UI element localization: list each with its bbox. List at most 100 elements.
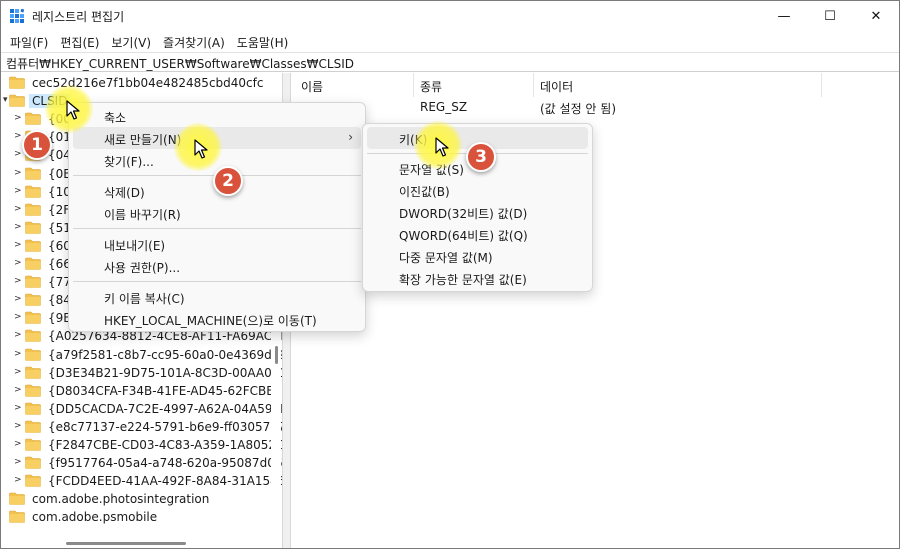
menu-favorites[interactable]: 즐겨찾기(A) (157, 32, 231, 52)
tree-item[interactable]: > {FCDD4EED-41AA-492F-8A84-31A1546 (1, 472, 282, 490)
maximize-icon: ☐ (824, 9, 836, 24)
chevron-right-icon[interactable]: > (14, 149, 22, 159)
tree-item[interactable]: com.adobe.psmobile (1, 508, 282, 526)
column-divider[interactable] (413, 73, 414, 97)
folder-icon (25, 257, 41, 270)
menu-help[interactable]: 도움말(H) (231, 32, 295, 52)
chevron-right-icon[interactable]: > (14, 222, 22, 232)
column-data-header[interactable]: 데이터 (540, 78, 573, 95)
mouse-pointer-icon (435, 137, 449, 157)
tree-item-label: {FCDD4EED-41AA-492F-8A84-31A1546 (48, 474, 282, 489)
menu-view[interactable]: 보기(V) (105, 32, 157, 52)
folder-icon (25, 402, 41, 415)
tree-item[interactable]: > {f9517764-05a4-a748-620a-95087d06a (1, 454, 282, 472)
folder-icon (25, 384, 41, 397)
chevron-right-icon[interactable]: > (14, 276, 22, 286)
submenu-item-binary-value[interactable]: 이진값(B) (367, 179, 588, 201)
tree-item-label: {a79f2581-c8b7-cc95-60a0-0e4369de92 (48, 347, 282, 362)
tree-item[interactable]: > {a79f2581-c8b7-cc95-60a0-0e4369de92 (1, 346, 282, 364)
chevron-right-icon[interactable]: > (14, 421, 22, 431)
registry-editor-window: 레지스트리 편집기 — ☐ ✕ 파일(F) 편집(E) 보기(V) 즐겨찾기(A… (0, 0, 900, 549)
chevron-right-icon[interactable]: > (14, 475, 22, 485)
context-item-permissions[interactable]: 사용 권한(P)... (73, 255, 361, 277)
tree-item-label: {F2847CBE-CD03-4C83-A359-1A8052C (48, 438, 282, 452)
tree-item[interactable]: > {DD5CACDA-7C2E-4997-A62A-04A597I (1, 400, 282, 418)
submenu-item-dword-value[interactable]: DWORD(32비트) 값(D) (367, 201, 588, 223)
step-2-badge: 2 (213, 166, 243, 196)
chevron-right-icon[interactable]: > (14, 457, 22, 467)
chevron-right-icon[interactable]: > (14, 367, 22, 377)
folder-icon (25, 221, 41, 234)
folder-icon (9, 94, 25, 107)
maximize-button[interactable]: ☐ (807, 1, 853, 32)
close-icon: ✕ (870, 9, 882, 24)
submenu-item-qword-value[interactable]: QWORD(64비트) 값(Q) (367, 223, 588, 245)
context-item-collapse[interactable]: 축소 (73, 105, 361, 127)
chevron-right-icon[interactable]: > (14, 294, 22, 304)
address-bar[interactable]: 컴퓨터₩HKEY_CURRENT_USER₩Software₩Classes₩C… (1, 52, 899, 72)
tree-item[interactable]: cec52d216e7f1bb04e482485cbd40cfc (1, 74, 282, 92)
tree-item-label: {2F (48, 202, 71, 217)
folder-icon (25, 239, 41, 252)
minimize-button[interactable]: — (761, 1, 807, 32)
context-item-export[interactable]: 내보내기(E) (73, 233, 361, 255)
context-item-copy-key-name[interactable]: 키 이름 복사(C) (73, 286, 361, 308)
folder-icon (25, 203, 41, 216)
tree-item[interactable]: > {F2847CBE-CD03-4C83-A359-1A8052C (1, 436, 282, 454)
menu-bar: 파일(F) 편집(E) 보기(V) 즐겨찾기(A) 도움말(H) (1, 32, 899, 52)
chevron-down-icon[interactable]: ▾ (3, 95, 8, 105)
menu-edit[interactable]: 편집(E) (54, 32, 105, 52)
column-name-header[interactable]: 이름 (301, 78, 323, 95)
tree-vertical-scroll-thumb[interactable] (275, 346, 278, 364)
tree-item[interactable]: > {e8c77137-e224-5791-b6e9-ff0305797a (1, 418, 282, 436)
chevron-right-icon[interactable]: > (14, 240, 22, 250)
step-3-badge: 3 (466, 142, 496, 172)
registry-app-icon (10, 9, 25, 23)
chevron-right-icon[interactable]: > (14, 439, 22, 449)
mouse-pointer-icon (66, 100, 80, 120)
folder-icon (25, 311, 41, 325)
minimize-icon: — (777, 9, 791, 24)
folder-icon (9, 492, 25, 506)
chevron-right-icon[interactable]: > (14, 385, 22, 395)
chevron-right-icon[interactable]: > (14, 131, 22, 141)
folder-icon (25, 456, 41, 469)
tree-item[interactable]: com.adobe.photosintegration (1, 490, 282, 508)
submenu-item-expandable-string-value[interactable]: 확장 가능한 문자열 값(E) (367, 267, 588, 289)
menu-file[interactable]: 파일(F) (4, 32, 54, 52)
chevron-right-icon[interactable]: > (14, 204, 22, 214)
chevron-right-icon[interactable]: > (14, 330, 22, 340)
menu-separator (73, 281, 361, 282)
tree-item-label: com.adobe.photosintegration (32, 492, 210, 507)
folder-icon (9, 511, 25, 524)
folder-icon (25, 438, 41, 451)
value-row[interactable]: REG_SZ (값 설정 안 됨) (291, 98, 899, 116)
column-divider[interactable] (821, 73, 822, 97)
folder-icon (25, 112, 41, 125)
context-item-goto-hklm[interactable]: HKEY_LOCAL_MACHINE(으)로 이동(T) (73, 308, 361, 330)
column-type-header[interactable]: 종류 (420, 78, 442, 95)
context-item-rename[interactable]: 이름 바꾸기(R) (73, 202, 361, 224)
submenu-item-multi-string-value[interactable]: 다중 문자열 값(M) (367, 245, 588, 267)
tree-item[interactable]: > {D8034CFA-F34B-41FE-AD45-62FCBB52 (1, 382, 282, 400)
window-title: 레지스트리 편집기 (32, 10, 125, 24)
chevron-right-icon[interactable]: > (14, 312, 22, 322)
chevron-right-icon[interactable]: > (14, 403, 22, 413)
chevron-right-icon[interactable]: > (14, 258, 22, 268)
tree-item-label: {DD5CACDA-7C2E-4997-A62A-04A597I (48, 401, 282, 416)
chevron-right-icon[interactable]: > (14, 186, 22, 196)
tree-horizontal-scroll-thumb[interactable] (66, 542, 186, 545)
tree-item-label: com.adobe.psmobile (32, 510, 158, 525)
tree-item[interactable]: > {D3E34B21-9D75-101A-8C3D-00AA001 (1, 364, 282, 382)
submenu-arrow-icon: › (348, 130, 353, 144)
tree-item-label: {e8c77137-e224-5791-b6e9-ff0305797a (48, 419, 282, 434)
tree-item-label: {f9517764-05a4-a748-620a-95087d06a (48, 456, 282, 471)
close-button[interactable]: ✕ (853, 1, 899, 32)
chevron-right-icon[interactable]: > (14, 168, 22, 178)
chevron-right-icon[interactable]: > (14, 349, 22, 359)
title-bar: 레지스트리 편집기 — ☐ ✕ (1, 1, 899, 32)
column-divider[interactable] (533, 73, 534, 97)
chevron-right-icon[interactable]: > (14, 113, 22, 123)
folder-icon (25, 348, 41, 361)
step-1-badge: 1 (22, 130, 52, 160)
